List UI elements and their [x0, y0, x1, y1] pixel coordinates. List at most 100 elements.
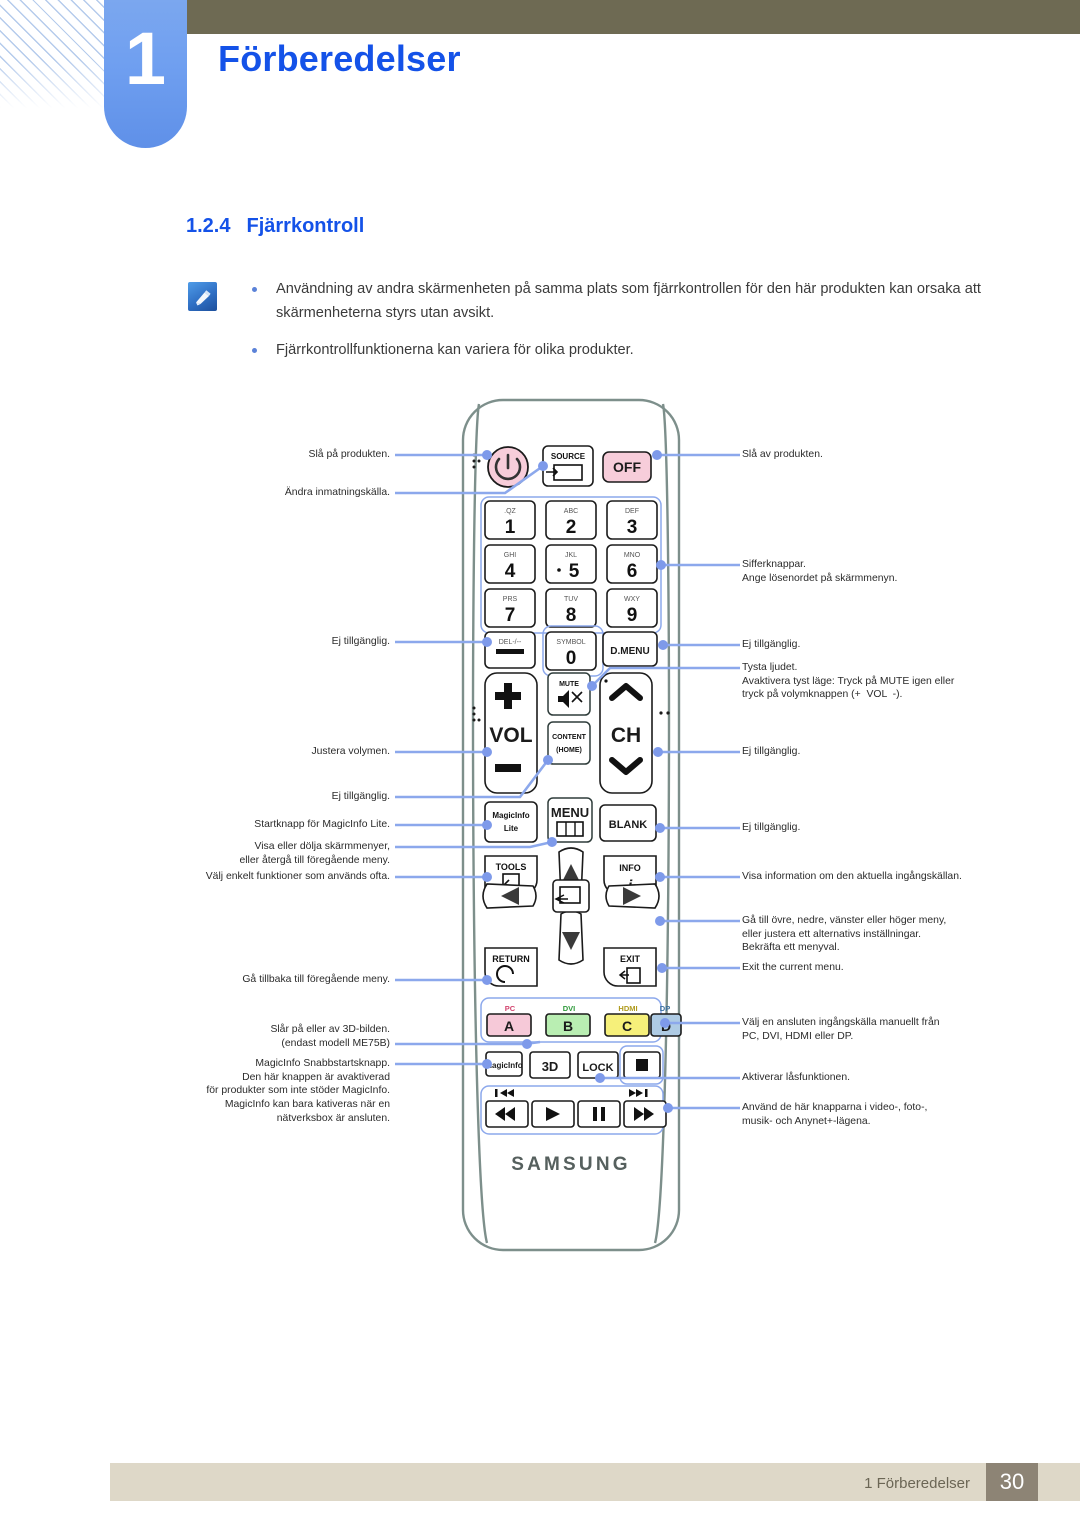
mute-button[interactable]: MUTE	[547, 672, 591, 716]
info-button[interactable]: INFO i	[603, 855, 657, 895]
section-heading: 1.2.4 Fjärrkontroll	[186, 215, 364, 238]
svg-text:INFO: INFO	[619, 863, 641, 873]
chapter-title: Förberedelser	[218, 38, 461, 79]
callout-left-7: Välj enkelt funktioner som används ofta.	[205, 871, 390, 882]
dpad-left	[482, 883, 537, 909]
callout-right-7: Gå till övre, nedre, vänster eller höger…	[742, 915, 947, 954]
side-dot-marks	[472, 453, 670, 722]
svg-text:HDMI: HDMI	[618, 1004, 637, 1013]
samsung-brand-logo: SAMSUNG	[511, 1154, 631, 1175]
callout-right-0: Slå av produkten.	[742, 449, 823, 460]
zero-group-highlight	[542, 625, 604, 677]
rewind-button[interactable]	[485, 1100, 529, 1128]
callout-right-4: Ej tillgänglig.	[742, 746, 801, 757]
volume-rocker[interactable]: VOL	[484, 672, 538, 794]
svg-text:GHI: GHI	[504, 552, 517, 559]
callout-right-8: Exit the current menu.	[742, 962, 844, 973]
key-5: JKL 5	[545, 544, 597, 584]
source-button[interactable]: SOURCE	[542, 445, 594, 487]
color-key-d[interactable]: DP D	[650, 1004, 682, 1037]
callout-right-6: Visa information om den aktuella ingångs…	[742, 871, 962, 882]
dpad-up	[558, 847, 584, 902]
svg-text:0: 0	[566, 648, 577, 669]
stop-group-highlight	[619, 1045, 664, 1085]
number-keypad[interactable]: .QZ1 ABC2 DEF3 GHI4 JKL5 MNO6 PRS7 TUV8 …	[484, 500, 658, 628]
svg-text:RETURN: RETURN	[492, 954, 530, 964]
key-4: GHI 4	[484, 544, 536, 584]
dpad[interactable]	[482, 847, 660, 965]
svg-text:D.MENU: D.MENU	[610, 646, 649, 657]
svg-text:CONTENT: CONTENT	[552, 734, 587, 741]
svg-text:JKL: JKL	[565, 552, 577, 559]
svg-text:D: D	[661, 1018, 671, 1034]
off-button[interactable]: OFF	[602, 451, 652, 483]
fast-forward-button[interactable]	[623, 1100, 667, 1128]
svg-text:(HOME): (HOME)	[556, 747, 582, 754]
del-button[interactable]: DEL-/--	[484, 631, 536, 669]
callout-right-1: Sifferknappar. Ange lösenordet på skärmm…	[742, 559, 898, 584]
key-8: TUV 8	[545, 588, 597, 628]
pause-button[interactable]	[577, 1100, 621, 1128]
svg-text:PC: PC	[505, 1004, 516, 1013]
tools-button[interactable]: TOOLS	[484, 855, 538, 895]
key-1: .QZ 1	[484, 500, 536, 540]
note-pencil-icon	[188, 282, 217, 311]
power-button[interactable]	[487, 446, 529, 488]
svg-text:MagicInfo: MagicInfo	[485, 1061, 522, 1070]
media-group-highlight	[480, 1085, 664, 1135]
svg-text:LOCK: LOCK	[582, 1062, 613, 1074]
svg-text:PRS: PRS	[503, 596, 518, 603]
dpad-right	[605, 883, 660, 909]
bullet-icon	[252, 348, 257, 354]
lock-button[interactable]: LOCK	[577, 1051, 619, 1079]
page-number-badge: 30	[986, 1463, 1038, 1501]
svg-text:DVI: DVI	[563, 1004, 576, 1013]
section-number: 1.2.4	[186, 215, 231, 237]
magicinfo-button[interactable]: MagicInfo	[485, 1051, 523, 1077]
chapter-number: 1	[124, 17, 167, 100]
callout-left-5: Startknapp för MagicInfo Lite.	[254, 819, 390, 830]
svg-text:VOL: VOL	[489, 724, 532, 747]
return-button[interactable]: RETURN	[484, 947, 538, 987]
svg-text:TOOLS: TOOLS	[496, 862, 527, 872]
note-text: Användning av andra skärmenheten på samm…	[276, 281, 981, 321]
callout-right-9: Välj en ansluten ingångskälla manuellt f…	[742, 1017, 940, 1042]
svg-text:2: 2	[566, 517, 577, 538]
callout-leaders	[395, 450, 740, 1113]
content-home-button[interactable]: CONTENT (HOME)	[547, 721, 591, 765]
callout-right-2: Ej tillgänglig.	[742, 639, 801, 650]
play-button[interactable]	[531, 1100, 575, 1128]
callout-right-10: Aktiverar låsfunktionen.	[742, 1072, 851, 1083]
color-key-b[interactable]: DVI B	[545, 1004, 591, 1037]
source-label: SOURCE	[551, 452, 586, 461]
svg-text:MNO: MNO	[624, 552, 641, 559]
svg-text:1: 1	[505, 517, 516, 538]
dmenu-button[interactable]: D.MENU	[602, 631, 658, 667]
remote-body-outline	[461, 398, 681, 1252]
key-0[interactable]: SYMBOL 0	[545, 631, 597, 671]
stop-button[interactable]	[623, 1051, 661, 1079]
exit-button[interactable]: EXIT	[603, 947, 657, 987]
svg-text:ABC: ABC	[564, 508, 578, 515]
callout-left-1: Ändra inmatningskälla.	[284, 487, 390, 498]
color-key-c[interactable]: HDMI C	[604, 1004, 650, 1037]
channel-rocker[interactable]: CH	[599, 672, 653, 794]
callout-left-10: MagicInfo Snabbstartsknapp. Den här knap…	[206, 1058, 390, 1124]
callout-left-2: Ej tillgänglig.	[331, 636, 390, 647]
svg-text:.QZ: .QZ	[504, 508, 516, 515]
bullet-icon	[252, 287, 257, 292]
svg-text:B: B	[563, 1018, 573, 1034]
colorkeys-group-highlight	[480, 997, 662, 1043]
note-item: Fjärrkontrollfunktionerna kan variera fö…	[236, 339, 1026, 363]
svg-text:A: A	[504, 1018, 514, 1034]
blank-button[interactable]: BLANK	[599, 804, 657, 842]
dpad-down	[558, 910, 584, 965]
key-3: DEF 3	[606, 500, 658, 540]
three-d-button[interactable]: 3D	[529, 1051, 571, 1079]
svg-text:DEF: DEF	[625, 508, 639, 515]
callout-left-0: Slå på produkten.	[308, 449, 390, 460]
svg-text:EXIT: EXIT	[620, 954, 641, 964]
color-key-a[interactable]: PC A	[486, 1004, 532, 1037]
menu-button[interactable]: MENU	[547, 797, 593, 843]
magicinfo-lite-button[interactable]: MagicInfo Lite	[484, 801, 538, 843]
